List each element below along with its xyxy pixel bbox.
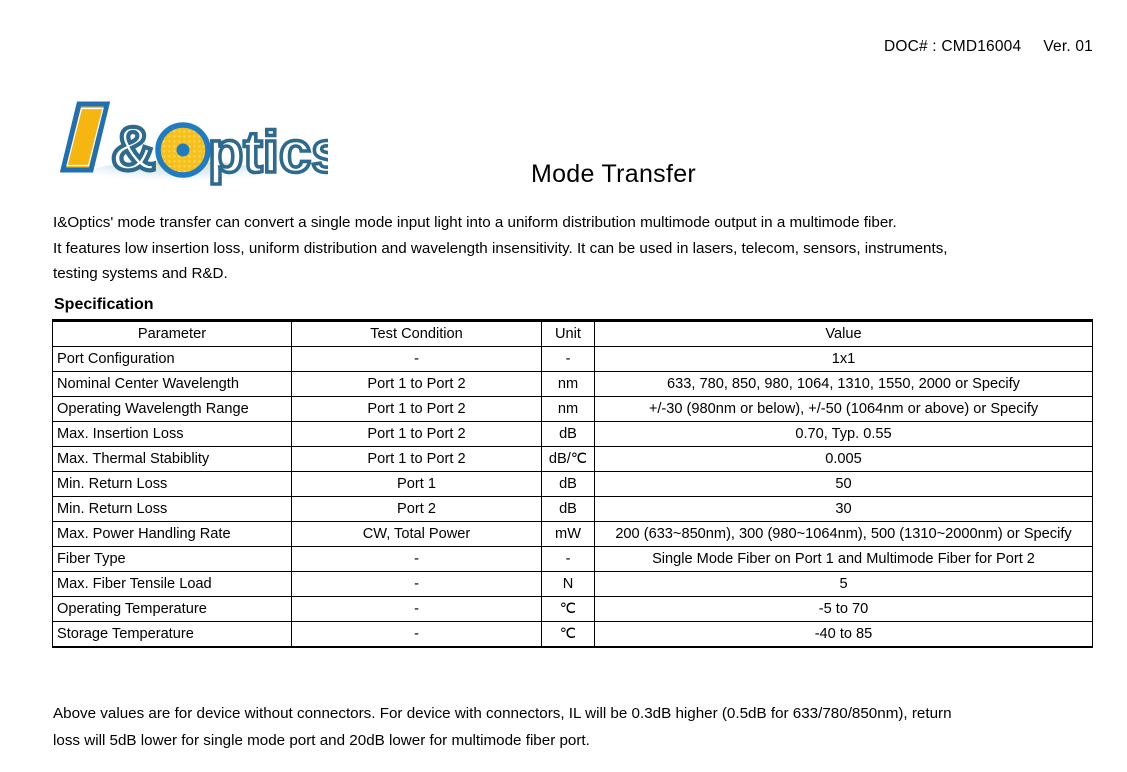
cell-test-condition: Port 1 to Port 2 (291, 421, 542, 447)
cell-parameter: Min. Return Loss (52, 496, 292, 522)
table-row: Max. Thermal Stabiblity Port 1 to Port 2d… (52, 446, 1093, 472)
cell-parameter: Max. Insertion Loss (52, 421, 292, 447)
intro-paragraph: I&Optics' mode transfer can convert a si… (53, 210, 1093, 287)
cell-parameter: Max. Thermal Stabiblity (52, 446, 292, 472)
cell-unit: dB (541, 471, 595, 497)
table-row: Operating Temperature - ℃ -5 to 70 (52, 596, 1093, 622)
table-row: Fiber Type - - Single Mode Fiber on Port 1 … (52, 546, 1093, 572)
document-header: DOC# : CMD16004 Ver. 01 (884, 38, 1093, 56)
cell-value: Single Mode Fiber on Port 1 and Multimod… (594, 546, 1093, 572)
cell-parameter: Fiber Type (52, 546, 292, 572)
cell-unit: dB/℃ (541, 446, 595, 472)
cell-unit: - (541, 346, 595, 372)
column-header-value: Value (594, 319, 1093, 347)
cell-test-condition: CW, Total Power (291, 521, 542, 547)
cell-parameter: Operating Temperature (52, 596, 292, 622)
specification-heading: Specification (54, 296, 154, 313)
cell-parameter: Storage Temperature (52, 621, 292, 648)
column-header-unit: Unit (541, 319, 595, 347)
cell-unit: ℃ (541, 621, 595, 648)
footnote-line-2: loss will 5dB lower for single mode port… (53, 732, 590, 749)
cell-test-condition: - (291, 621, 542, 648)
cell-unit: dB (541, 421, 595, 447)
specification-table-container: Parameter Test Condition Unit Value Port… (52, 319, 1093, 648)
specification-table: Parameter Test Condition Unit Value Port… (52, 319, 1093, 648)
document-version: Ver. 01 (1043, 38, 1093, 55)
page-title-text: Mode Transfer (530, 160, 697, 188)
cell-test-condition: Port 1 to Port 2 (291, 371, 542, 397)
document-number: DOC# : CMD16004 (883, 38, 1022, 55)
cell-value: -40 to 85 (594, 621, 1093, 648)
cell-test-condition: - (291, 571, 542, 597)
cell-test-condition: Port 2 (291, 496, 542, 522)
cell-unit: - (541, 546, 595, 572)
column-header-test-condition: Test Condition (291, 319, 542, 347)
cell-test-condition: - (291, 546, 542, 572)
cell-value: 0.70, Typ. 0.55 (594, 421, 1093, 447)
table-row: Port Configuration - -1x1 (52, 346, 1093, 372)
cell-parameter: Max. Fiber Tensile Load (52, 571, 292, 597)
table-row: Min. Return Loss Port 2 dB 30 (52, 496, 1093, 522)
table-row: Storage Temperature - ℃ -40 to 85 (52, 621, 1093, 648)
cell-unit: dB (541, 496, 595, 522)
cell-value: 633, 780, 850, 980, 1064, 1310, 1550, 20… (594, 371, 1093, 397)
cell-value: 50 (594, 471, 1093, 497)
intro-line-3: testing systems and R&D. (53, 265, 228, 282)
column-header-parameter: Parameter (52, 319, 292, 347)
cell-unit: N (541, 571, 595, 597)
table-row: Nominal Center Wavelength Port 1 to Port … (52, 371, 1093, 397)
cell-test-condition: Port 1 to Port 2 (291, 446, 542, 472)
table-row: Operating Wavelength Range Port 1 to Port… (52, 396, 1093, 422)
footnote-line-1: Above values are for device without conn… (53, 705, 952, 722)
table-row: Max. Fiber Tensile Load - N 5 (52, 571, 1093, 597)
cell-value: -5 to 70 (594, 596, 1093, 622)
cell-unit: mW (541, 521, 595, 547)
table-row: Max. Insertion Loss Port 1 to Port 2 dB 0.7… (52, 421, 1093, 447)
table-header-row: Parameter Test Condition Unit Value (52, 319, 1093, 347)
cell-parameter: Max. Power Handling Rate (52, 521, 292, 547)
intro-line-2: It features low insertion loss, uniform … (53, 239, 948, 257)
cell-parameter: Nominal Center Wavelength (52, 371, 292, 397)
cell-test-condition: Port 1 to Port 2 (291, 396, 542, 422)
cell-value: 1x1 (594, 346, 1093, 372)
cell-test-condition: - (291, 346, 542, 372)
cell-value: 5 (594, 571, 1093, 597)
cell-parameter: Operating Wavelength Range (52, 396, 292, 422)
table-row: Min. Return Loss Port 1 dB 50 (52, 471, 1093, 497)
cell-unit: nm (541, 396, 595, 422)
cell-value: 200 (633~850nm), 300 (980~1064nm), 500 (… (594, 521, 1093, 547)
cell-value: +/-30 (980nm or below), +/-50 (1064nm or… (594, 396, 1093, 422)
intro-line-1: I&Optics' mode transfer can convert a si… (53, 214, 897, 231)
cell-value: 0.005 (594, 446, 1093, 472)
cell-unit: ℃ (541, 596, 595, 622)
cell-test-condition: - (291, 596, 542, 622)
page-title: Mode Transfer (0, 160, 1127, 189)
table-body: Port Configuration - -1x1 Nominal Center Wa… (52, 346, 1093, 648)
cell-parameter: Port Configuration (52, 346, 292, 372)
table-row: Max. Power Handling Rate CW, Total Power m… (52, 521, 1093, 547)
cell-value: 30 (594, 496, 1093, 522)
cell-test-condition: Port 1 (291, 471, 542, 497)
cell-unit: nm (541, 371, 595, 397)
cell-parameter: Min. Return Loss (52, 471, 292, 497)
footnote: Above values are for device without conn… (53, 700, 1098, 754)
table-header: Parameter Test Condition Unit Value (52, 319, 1093, 347)
